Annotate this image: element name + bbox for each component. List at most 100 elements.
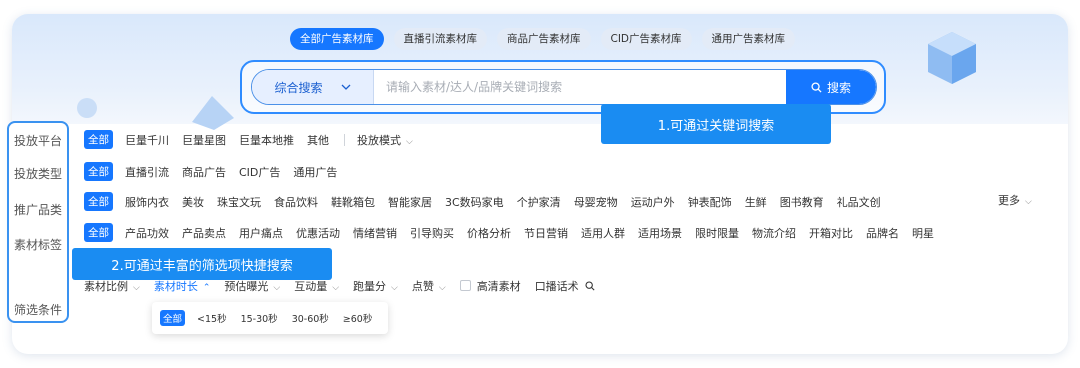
tag-option[interactable]: 明星 <box>912 225 934 241</box>
platform-option[interactable]: 巨量星图 <box>182 132 226 148</box>
tag-all-chip[interactable]: 全部 <box>84 223 113 242</box>
type-option[interactable]: 直播引流 <box>125 164 169 180</box>
search-type-label: 综合搜索 <box>274 80 323 95</box>
sidebar-item-type: 投放类型 <box>13 167 62 181</box>
tag-option[interactable]: 情绪营销 <box>353 225 397 241</box>
tab-live-traffic-library[interactable]: 直播引流素材库 <box>393 28 487 50</box>
category-option[interactable]: 3C数码家电 <box>445 194 504 210</box>
tag-option[interactable]: 产品功效 <box>125 225 169 241</box>
script-label: 口播话术 <box>534 280 579 293</box>
chevron-down-icon <box>341 84 350 90</box>
tag-option[interactable]: 适用人群 <box>581 225 625 241</box>
tag-option[interactable]: 引导购买 <box>410 225 454 241</box>
chevron-down-icon: ⌵ <box>273 283 281 293</box>
sidebar-item-platform: 投放平台 <box>13 134 62 148</box>
tab-cid-ad-library[interactable]: CID广告素材库 <box>600 28 692 50</box>
more-categories-button[interactable]: 更多 ⌵ <box>998 192 1032 208</box>
search-icon <box>585 281 595 291</box>
tag-option[interactable]: 限时限量 <box>695 225 739 241</box>
ratio-dropdown[interactable]: 素材比例 ⌵ <box>84 278 140 294</box>
tag-option[interactable]: 价格分析 <box>467 225 511 241</box>
type-option[interactable]: CID广告 <box>239 164 280 180</box>
category-filter-row: 全部 服饰内衣 美妆 珠宝文玩 食品饮料 鞋靴箱包 智能家居 3C数码家电 个护… <box>84 192 894 211</box>
hd-label: 高清素材 <box>476 280 521 293</box>
interaction-label: 互动量 <box>294 280 328 293</box>
duration-label: 素材时长 <box>153 280 198 293</box>
duration-option[interactable]: 30-60秒 <box>292 311 329 325</box>
platform-option[interactable]: 巨量千川 <box>125 132 169 148</box>
tag-option[interactable]: 产品卖点 <box>182 225 226 241</box>
type-all-chip[interactable]: 全部 <box>84 162 113 181</box>
duration-dropdown[interactable]: 素材时长 ⌃ <box>154 278 211 294</box>
category-option[interactable]: 运动户外 <box>631 194 675 210</box>
category-option[interactable]: 食品饮料 <box>274 194 318 210</box>
type-option[interactable]: 通用广告 <box>293 164 337 180</box>
category-option[interactable]: 个护家清 <box>517 194 561 210</box>
category-option[interactable]: 智能家居 <box>388 194 432 210</box>
hd-checkbox[interactable]: 高清素材 <box>459 278 521 294</box>
library-tabs: 全部广告素材库 直播引流素材库 商品广告素材库 CID广告素材库 通用广告素材库 <box>290 28 796 50</box>
duration-option[interactable]: ≥60秒 <box>343 311 373 325</box>
tab-general-ad-library[interactable]: 通用广告素材库 <box>701 28 796 50</box>
search-input[interactable] <box>376 70 786 104</box>
sidebar-item-category: 推广品类 <box>13 203 62 217</box>
keyword-search-callout: 1.可通过关键词搜索 <box>601 104 831 144</box>
platform-all-chip[interactable]: 全部 <box>84 130 113 149</box>
category-option[interactable]: 礼品文创 <box>837 194 881 210</box>
interaction-dropdown[interactable]: 互动量 ⌵ <box>294 278 339 294</box>
platform-option[interactable]: 巨量本地推 <box>239 132 294 148</box>
search-bar: 综合搜索 搜索 <box>251 69 877 105</box>
volume-score-label: 跑量分 <box>353 280 387 293</box>
tag-option[interactable]: 品牌名 <box>866 225 899 241</box>
exposure-label: 预估曝光 <box>224 280 269 293</box>
exposure-dropdown[interactable]: 预估曝光 ⌵ <box>224 278 280 294</box>
cube-decoration-icon <box>928 32 976 84</box>
duration-option[interactable]: <15秒 <box>197 311 227 325</box>
tag-option[interactable]: 开箱对比 <box>809 225 853 241</box>
divider <box>344 133 345 146</box>
category-option[interactable]: 钟表配饰 <box>688 194 732 210</box>
tab-product-ad-library[interactable]: 商品广告素材库 <box>497 28 591 50</box>
tab-all-ad-library[interactable]: 全部广告素材库 <box>290 28 384 50</box>
duration-option[interactable]: 15-30秒 <box>241 311 278 325</box>
chevron-down-icon: ⌵ <box>438 283 446 293</box>
tag-option[interactable]: 优惠活动 <box>296 225 340 241</box>
ratio-label: 素材比例 <box>84 280 128 293</box>
shape-decoration-icon <box>77 98 97 118</box>
chevron-down-icon: ⌵ <box>133 283 140 293</box>
chevron-down-icon: ⌵ <box>1025 197 1032 207</box>
likes-label: 点赞 <box>411 280 434 293</box>
search-button[interactable]: 搜索 <box>786 70 876 104</box>
category-option[interactable]: 图书教育 <box>780 194 824 210</box>
chevron-down-icon: ⌵ <box>391 283 398 293</box>
sidebar-item-tags: 素材标签 <box>13 238 62 252</box>
type-filter-row: 全部 直播引流 商品广告 CID广告 通用广告 <box>84 162 350 181</box>
tag-option[interactable]: 物流介绍 <box>752 225 796 241</box>
filter-sidebar: 投放平台 投放类型 推广品类 素材标签 筛选条件 <box>7 121 69 323</box>
category-option[interactable]: 珠宝文玩 <box>217 194 261 210</box>
category-option[interactable]: 鞋靴箱包 <box>331 194 375 210</box>
category-option[interactable]: 母婴宠物 <box>574 194 618 210</box>
chevron-down-icon: ⌵ <box>406 136 413 147</box>
category-option[interactable]: 美妆 <box>182 194 204 210</box>
duration-options-popup: 全部 <15秒 15-30秒 30-60秒 ≥60秒 <box>152 302 388 334</box>
platform-mode-dropdown[interactable]: 投放模式 ⌵ <box>357 132 413 148</box>
volume-score-dropdown[interactable]: 跑量分 ⌵ <box>353 278 398 294</box>
shape-decoration-icon <box>192 96 234 130</box>
tag-option[interactable]: 节日营销 <box>524 225 568 241</box>
search-hero: 全部广告素材库 直播引流素材库 商品广告素材库 CID广告素材库 通用广告素材库… <box>12 14 1068 130</box>
script-search-button[interactable]: 口播话术 <box>535 278 596 294</box>
likes-dropdown[interactable]: 点赞 ⌵ <box>412 278 446 294</box>
checkbox-icon <box>459 280 471 291</box>
duration-option-all[interactable]: 全部 <box>160 310 186 326</box>
category-option[interactable]: 服饰内衣 <box>125 194 169 210</box>
tag-option[interactable]: 用户痛点 <box>239 225 283 241</box>
search-icon <box>811 81 822 93</box>
platform-option[interactable]: 其他 <box>307 132 329 148</box>
search-button-label: 搜索 <box>826 80 851 95</box>
search-type-select[interactable]: 综合搜索 <box>252 70 374 104</box>
category-option[interactable]: 生鲜 <box>745 194 767 210</box>
type-option[interactable]: 商品广告 <box>182 164 226 180</box>
category-all-chip[interactable]: 全部 <box>84 192 113 211</box>
tag-option[interactable]: 适用场景 <box>638 225 682 241</box>
